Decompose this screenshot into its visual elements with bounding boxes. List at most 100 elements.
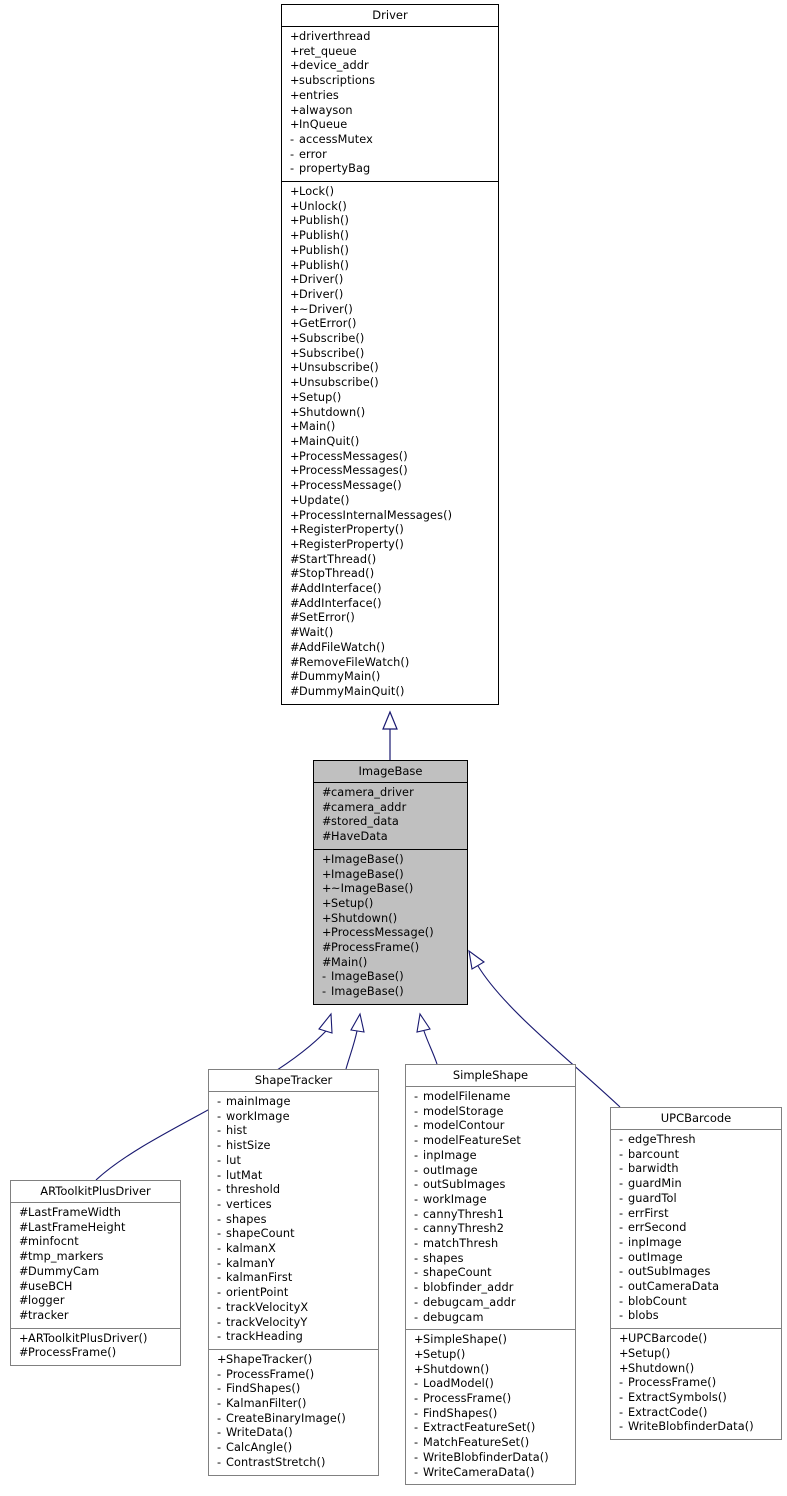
- attribute-row: - barcount: [611, 1148, 781, 1163]
- visibility-marker: -: [414, 1392, 419, 1406]
- operation-row: +Lock(): [282, 185, 498, 200]
- member-name: ProcessFrame(): [28, 1346, 117, 1360]
- visibility-marker: -: [414, 1163, 419, 1177]
- attribute-row: - matchThresh: [406, 1237, 575, 1252]
- member-name: edgeThresh: [628, 1133, 696, 1146]
- class-box-simpleshape[interactable]: SimpleShape - modelFilename - modelStorage…: [405, 1064, 576, 1486]
- attribute-row: - hist: [209, 1124, 378, 1139]
- visibility-marker: +: [290, 88, 300, 102]
- attribute-row: #LastFrameWidth: [11, 1206, 180, 1221]
- class-operations-upcbarcode: +UPCBarcode() +Setup() +Shutdown() - Proc…: [611, 1329, 781, 1439]
- attribute-row: - modelContour: [406, 1119, 575, 1134]
- member-name: Setup(): [299, 390, 342, 404]
- visibility-marker: +: [619, 1361, 629, 1375]
- class-attributes-simpleshape: - modelFilename - modelStorage - modelConto…: [406, 1087, 575, 1329]
- member-name: DummyMain(): [299, 670, 381, 684]
- member-name: WriteCameraData(): [423, 1465, 535, 1479]
- visibility-marker: -: [217, 1397, 222, 1411]
- class-title-simpleshape: SimpleShape: [452, 1068, 529, 1082]
- operation-row: +Subscribe(): [282, 332, 498, 347]
- class-box-artoolkitplusdriver[interactable]: ARToolkitPlusDriver #LastFrameWidth #Las…: [10, 1180, 181, 1367]
- member-name: Shutdown(): [423, 1362, 490, 1376]
- operation-row: +Unsubscribe(): [282, 361, 498, 376]
- visibility-marker: #: [19, 1264, 29, 1278]
- visibility-marker: +: [290, 199, 300, 213]
- visibility-marker: +: [290, 493, 300, 507]
- member-name: kalmanFirst: [226, 1271, 293, 1285]
- visibility-marker: -: [414, 1295, 419, 1309]
- visibility-marker: +: [290, 479, 300, 493]
- member-name: orientPoint: [226, 1286, 289, 1300]
- attribute-row: - shapeCount: [209, 1227, 378, 1242]
- member-name: Publish(): [299, 258, 349, 272]
- attribute-row: - accessMutex: [282, 133, 498, 148]
- operation-row: +UPCBarcode(): [611, 1332, 781, 1347]
- attribute-row: #stored_data: [314, 815, 467, 830]
- class-box-upcbarcode[interactable]: UPCBarcode - edgeThresh - barcount - barwid…: [610, 1107, 782, 1441]
- operation-row: - ProcessFrame(): [406, 1392, 575, 1407]
- visibility-marker: -: [414, 1310, 419, 1324]
- visibility-marker: +: [290, 118, 300, 132]
- visibility-marker: +: [290, 44, 300, 58]
- operation-row: +~ImageBase(): [314, 882, 467, 897]
- visibility-marker: -: [217, 1095, 222, 1108]
- visibility-marker: -: [217, 1212, 222, 1226]
- member-name: stored_data: [331, 815, 399, 829]
- class-operations-simpleshape: +SimpleShape() +Setup() +Shutdown() - Loa…: [406, 1330, 575, 1484]
- operation-row: +ProcessInternalMessages(): [282, 509, 498, 524]
- operation-row: #ProcessFrame(): [11, 1346, 180, 1361]
- member-name: propertyBag: [299, 162, 371, 176]
- operation-row: #AddInterface(): [282, 597, 498, 612]
- visibility-marker: -: [619, 1250, 624, 1264]
- operation-row: +ARToolkitPlusDriver(): [11, 1332, 180, 1347]
- member-name: trackVelocityX: [226, 1300, 309, 1314]
- operation-row: +Publish(): [282, 244, 498, 259]
- visibility-marker: +: [19, 1331, 29, 1345]
- member-name: ProcessFrame(): [423, 1392, 512, 1406]
- member-name: ImageBase(): [331, 985, 404, 999]
- operation-row: - MatchFeatureSet(): [406, 1436, 575, 1451]
- operation-row: +Publish(): [282, 259, 498, 274]
- attribute-row: - kalmanFirst: [209, 1271, 378, 1286]
- attribute-row: +InQueue: [282, 118, 498, 133]
- visibility-marker: +: [414, 1333, 424, 1347]
- operation-row: - CalcAngle(): [209, 1441, 378, 1456]
- class-box-shapetracker[interactable]: ShapeTracker - mainImage - workImage - hist…: [208, 1069, 379, 1476]
- visibility-marker: +: [322, 926, 332, 940]
- visibility-marker: -: [414, 1178, 419, 1192]
- operation-row: #Main(): [314, 956, 467, 971]
- member-name: Main(): [299, 420, 336, 434]
- member-name: Driver(): [299, 273, 344, 287]
- class-box-driver[interactable]: Driver +driverthread +ret_queue +device_…: [281, 4, 499, 705]
- member-name: ~ImageBase(): [331, 882, 414, 896]
- visibility-marker: +: [290, 273, 300, 287]
- class-attributes-shapetracker: - mainImage - workImage - hist - histSize -l…: [209, 1092, 378, 1349]
- operation-row: +ShapeTracker(): [209, 1353, 378, 1368]
- visibility-marker: -: [217, 1426, 222, 1440]
- attribute-row: - histSize: [209, 1139, 378, 1154]
- visibility-marker: -: [619, 1177, 624, 1191]
- visibility-marker: +: [290, 537, 300, 551]
- visibility-marker: +: [322, 882, 332, 896]
- visibility-marker: +: [290, 243, 300, 257]
- operation-row: +Shutdown(): [282, 406, 498, 421]
- visibility-marker: +: [290, 185, 300, 199]
- member-name: ProcessFrame(): [331, 941, 420, 955]
- class-box-imagebase[interactable]: ImageBase #camera_driver #camera_addr #s…: [313, 760, 468, 1005]
- member-name: UPCBarcode(): [628, 1332, 708, 1346]
- member-name: Shutdown(): [299, 405, 366, 419]
- visibility-marker: -: [217, 1139, 222, 1153]
- member-name: camera_driver: [331, 786, 414, 799]
- class-title-artoolkitplusdriver: ARToolkitPlusDriver: [40, 1184, 151, 1198]
- operation-row: +RegisterProperty(): [282, 538, 498, 553]
- member-name: Update(): [299, 493, 350, 507]
- member-name: trackHeading: [226, 1330, 303, 1344]
- visibility-marker: -: [217, 1367, 222, 1381]
- visibility-marker: +: [290, 390, 300, 404]
- member-name: modelStorage: [423, 1104, 504, 1118]
- visibility-marker: -: [414, 1281, 419, 1295]
- visibility-marker: #: [290, 582, 300, 596]
- visibility-marker: +: [322, 852, 332, 866]
- visibility-marker: +: [290, 405, 300, 419]
- member-name: DummyMainQuit(): [299, 684, 405, 698]
